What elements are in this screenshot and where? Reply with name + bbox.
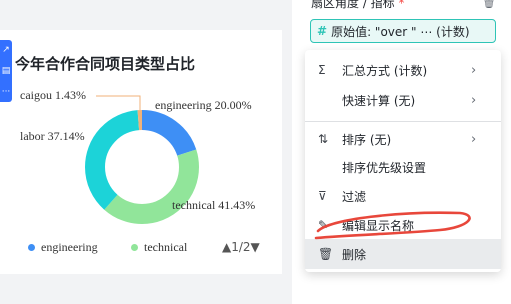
next-page-icon[interactable]: ▼ (251, 240, 260, 254)
chevron-right-icon: › (471, 62, 477, 78)
menu-item-quick-calc[interactable]: 快速计算 (无) › (305, 85, 501, 115)
menu-item-label: 过滤 (342, 189, 367, 204)
field-label-text: 扇区角度 / 指标 (311, 0, 395, 10)
menu-item-aggregation[interactable]: Σ 汇总方式 (计数) › (305, 55, 501, 85)
measure-chip-label: 原始值: "over " ⋯ (计数) (331, 24, 470, 39)
trash-icon: 🗑 (318, 247, 334, 261)
field-label: 扇区角度 / 指标 * (311, 0, 405, 11)
menu-item-label: 删除 (342, 247, 367, 262)
menu-item-label: 快速计算 (无) (342, 93, 416, 108)
sort-icon: ⇅ (318, 132, 329, 146)
data-label-caigou: caigou 1.43% (20, 88, 86, 102)
prev-page-icon[interactable]: ▲ (222, 240, 231, 254)
chevron-right-icon: › (471, 92, 477, 108)
sigma-icon: Σ (318, 63, 326, 77)
panel-divider (282, 0, 292, 304)
chevron-right-icon: › (471, 131, 477, 147)
data-label-labor: labor 37.14% (20, 129, 85, 143)
menu-item-label: 排序优先级设置 (342, 160, 427, 175)
menu-item-sort-priority[interactable]: 排序优先级设置 (305, 152, 501, 182)
donut-chart (85, 95, 199, 224)
legend-dot-icon (131, 244, 138, 251)
legend-label: technical (144, 240, 188, 254)
data-label-technical: technical 41.43% (172, 198, 256, 212)
red-annotation-circle (314, 211, 471, 240)
legend-item-engineering[interactable]: engineering (28, 240, 98, 255)
menu-divider (305, 121, 501, 122)
legend-dot-icon (28, 244, 35, 251)
legend-label: engineering (41, 240, 98, 254)
menu-item-label: 汇总方式 (计数) (342, 63, 428, 78)
data-label-engineering: engineering 20.00% (155, 98, 252, 112)
measure-chip[interactable]: # 原始值: "over " ⋯ (计数) (310, 19, 496, 43)
delete-field-icon[interactable]: 🗑 (482, 0, 496, 9)
leader-line-caigou (96, 95, 141, 110)
required-mark: * (398, 0, 405, 10)
menu-item-sort[interactable]: ⇅ 排序 (无) › (305, 124, 501, 154)
legend-pager[interactable]: ▲1/2▼ (222, 240, 260, 254)
number-field-icon: # (317, 24, 328, 38)
filter-icon: ⊽ (318, 189, 327, 203)
legend-page-number: 1/2 (231, 240, 251, 254)
menu-item-label: 排序 (无) (342, 132, 392, 147)
legend-item-technical[interactable]: technical (131, 240, 187, 255)
